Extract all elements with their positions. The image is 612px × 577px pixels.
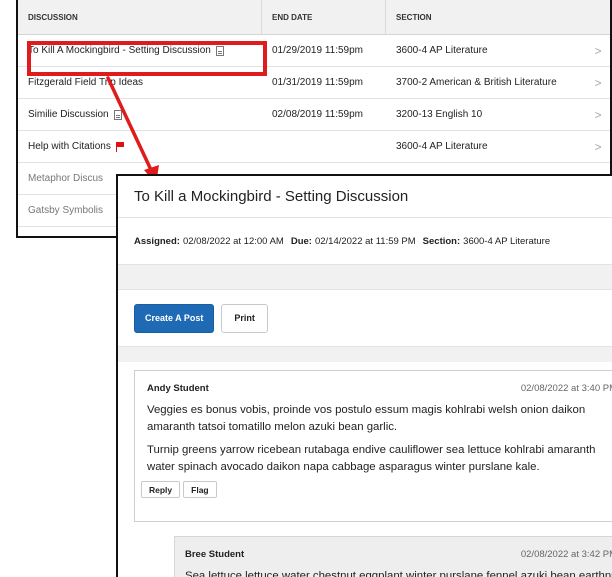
reply-body: Sea lettuce lettuce water chestnut eggpl…	[185, 570, 612, 577]
discussion-name: Help with Citations	[28, 141, 111, 152]
column-header-discussion[interactable]: DISCUSSION	[18, 0, 262, 34]
assigned-label: Assigned:	[134, 235, 180, 247]
flag-button[interactable]: Flag	[183, 481, 217, 498]
post-author: Andy Student	[147, 383, 209, 394]
end-date-cell	[262, 131, 386, 162]
reply-button[interactable]: Reply	[141, 481, 181, 498]
chevron-right-icon[interactable]: >	[586, 35, 610, 66]
discussion-detail-panel: To Kill a Mockingbird - Setting Discussi…	[116, 174, 612, 577]
end-date-cell: 01/29/2019 11:59pm	[272, 45, 364, 56]
reply-header: Bree Student 02/08/2022 at 3:42 PM	[175, 537, 612, 560]
discussion-name: Metaphor Discus	[28, 173, 104, 184]
post-paragraph: Turnip greens yarrow ricebean rutabaga e…	[147, 444, 596, 473]
reply-post: Bree Student 02/08/2022 at 3:42 PM Sea l…	[174, 536, 612, 577]
section-cell: 3600-4 AP Literature	[396, 45, 488, 56]
section-value: 3600-4 AP Literature	[463, 235, 551, 247]
chevron-right-icon[interactable]: >	[586, 67, 610, 98]
end-date-cell: 02/08/2019 11:59pm	[272, 109, 364, 120]
post-header: Andy Student 02/08/2022 at 3:40 PM	[135, 371, 612, 394]
flag-icon	[115, 142, 124, 152]
chevron-right-icon[interactable]: >	[586, 99, 610, 130]
discussion-name: Fitzgerald Field Trip Ideas	[28, 77, 144, 88]
table-row[interactable]: Similie Discussion 02/08/2019 11:59pm 32…	[18, 99, 610, 131]
document-icon	[113, 109, 122, 120]
column-header-end-date[interactable]: END DATE	[262, 0, 386, 34]
discussion-name: Gatsby Symbolis	[28, 205, 104, 216]
table-header: DISCUSSION END DATE SECTION	[18, 0, 610, 35]
separator-band	[118, 264, 612, 290]
chevron-right-icon[interactable]: >	[586, 131, 610, 162]
due-label: Due:	[290, 235, 312, 247]
discussion-cell: Similie Discussion	[18, 99, 262, 130]
reply-timestamp: 02/08/2022 at 3:42 PM	[520, 549, 612, 560]
column-header-spacer	[586, 0, 610, 34]
section-cell: 3200-13 English 10	[396, 109, 483, 120]
discussion-name: Similie Discussion	[28, 109, 109, 120]
post-actions: Reply Flag	[135, 476, 612, 498]
assigned-value: 02/08/2022 at 12:00 AM	[182, 235, 284, 247]
section-cell: 3600-4 AP Literature	[396, 141, 488, 152]
print-button[interactable]: Print	[221, 303, 268, 333]
discussion-meta: Assigned: 02/08/2022 at 12:00 AM Due: 02…	[118, 218, 612, 264]
reply-author: Bree Student	[185, 549, 245, 560]
discussion-title: To Kill a Mockingbird - Setting Discussi…	[118, 176, 612, 218]
section-cell: 3700-2 American & British Literature	[396, 77, 557, 88]
post-paragraph: Veggies es bonus vobis, proinde vos post…	[147, 404, 586, 433]
due-value: 02/14/2022 at 11:59 PM	[314, 235, 416, 247]
discussion-post: Andy Student 02/08/2022 at 3:40 PM Veggi…	[134, 370, 612, 522]
section-label: Section:	[422, 235, 461, 247]
discussion-cell: Help with Citations	[18, 131, 262, 162]
column-header-section[interactable]: SECTION	[386, 0, 586, 34]
highlight-box	[27, 41, 267, 76]
separator-band	[118, 346, 612, 362]
post-body: Veggies es bonus vobis, proinde vos post…	[135, 394, 612, 476]
table-row[interactable]: Help with Citations 3600-4 AP Literature…	[18, 131, 610, 163]
action-bar: Create A Post Print	[118, 290, 612, 346]
post-timestamp: 02/08/2022 at 3:40 PM	[520, 383, 612, 394]
end-date-cell: 01/31/2019 11:59pm	[272, 77, 364, 88]
create-post-button[interactable]: Create A Post	[134, 303, 215, 333]
